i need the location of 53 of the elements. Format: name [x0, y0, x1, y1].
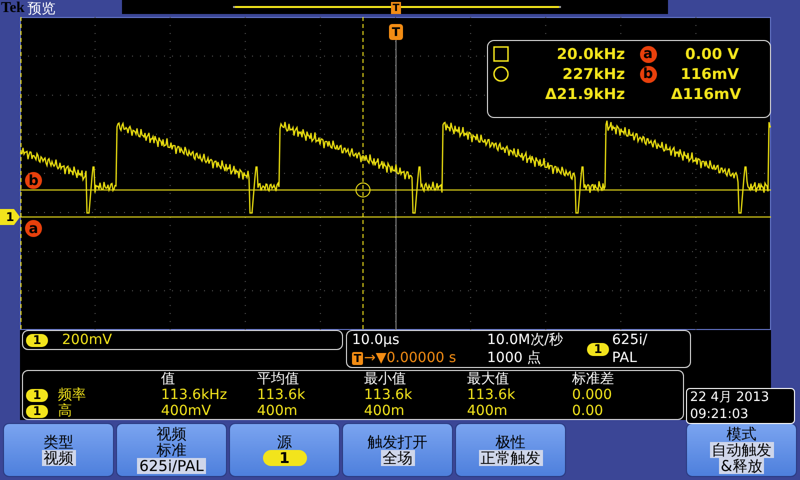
channel-marker: 1 [0, 209, 20, 225]
channel-badge: 1 [26, 404, 48, 418]
record-length: 1000 点 [487, 349, 542, 367]
brand-logo: Tek [1, 0, 25, 17]
time: 09:21:03 [690, 406, 750, 423]
column-header: 最小值 [364, 371, 407, 387]
date: 22 4月 2013 [690, 389, 770, 406]
column-header: 标准差 [572, 371, 615, 387]
table-cell-text: 0.000 [572, 387, 614, 403]
trigger-marker: T [389, 24, 403, 40]
trigger-badge: T [352, 352, 363, 364]
table-cell-text: 113.6k [467, 387, 516, 403]
delta-frequency: Δ21.9kHz [544, 84, 625, 104]
circle-cursor-icon [493, 66, 509, 82]
volts-per-div: 200mV [62, 332, 112, 348]
column-header: 值 [161, 371, 176, 387]
menu-button[interactable]: 模式 自动触发 &释放 [686, 423, 797, 477]
cursor-value: 116mV [679, 64, 739, 84]
delta-value: Δ116mV [671, 84, 739, 104]
table-cell-text: 113.6k [364, 387, 414, 403]
cursor-frequency: 20.0kHz [556, 44, 625, 64]
cursor-crosshair [356, 182, 370, 198]
cursor-marker: a [640, 46, 656, 62]
menu-button[interactable]: 极性 正常触发 [455, 423, 566, 477]
square-cursor-icon [493, 46, 509, 62]
table-cell-text: 0.00 [572, 403, 604, 419]
cursor-marker: b [640, 66, 656, 82]
mode-label: 预览 [28, 0, 56, 18]
table-cell-text: 400mV [161, 403, 212, 419]
column-header: 平均值 [257, 371, 300, 387]
trigger-position: →▼0.00000 s [364, 350, 456, 366]
menu-button[interactable]: 触发打开 全场 [342, 423, 453, 477]
sample-rate: 10.0M次/秒 [487, 331, 564, 349]
table-cell-text: 400m [257, 403, 298, 419]
menu-button[interactable]: 视频 标准 625i/PAL [116, 423, 227, 477]
cursor-value: 0.00 V [684, 44, 739, 64]
table-cell-text: 113.6k [257, 387, 306, 403]
trigger-position-marker: T [391, 2, 401, 14]
menu-button[interactable]: 源 1 [229, 423, 340, 477]
trigger-standard: 625i/ [612, 331, 648, 349]
channel-badge: 1 [587, 342, 609, 356]
time-per-div: 10.0µs [352, 332, 400, 348]
trigger-standard: PAL [612, 349, 638, 367]
channel-badge: 1 [26, 334, 48, 346]
measurement-name: 频率 [58, 387, 86, 403]
table-cell-text: 400m [364, 403, 406, 419]
column-header: 最大值 [467, 371, 510, 387]
measurement-name: 高 [58, 403, 72, 419]
channel-badge: 1 [26, 388, 48, 402]
cursor-frequency: 227kHz [561, 64, 625, 84]
table-cell-text: 113.6kHz [161, 387, 228, 403]
menu-button[interactable]: 类型 视频 [3, 423, 114, 477]
table-cell-text: 400m [467, 403, 508, 419]
